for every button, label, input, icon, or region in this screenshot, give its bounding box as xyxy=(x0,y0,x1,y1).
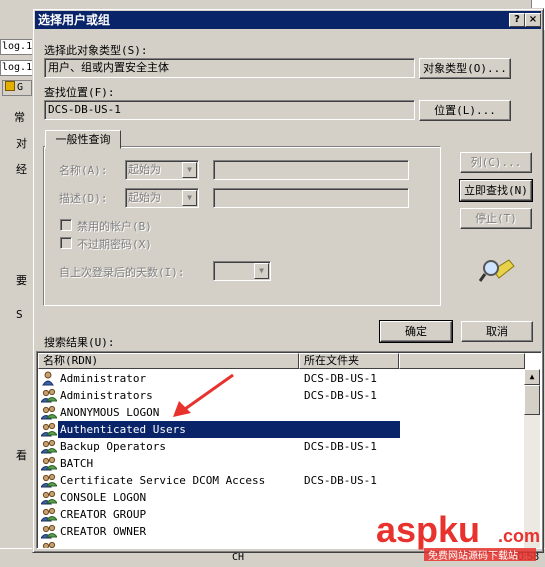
chevron-down-icon: ▼ xyxy=(182,162,197,178)
background-log-line: log.1 xyxy=(0,39,33,55)
cancel-button[interactable]: 取消 xyxy=(461,321,533,342)
locations-button[interactable]: 位置(L)... xyxy=(419,100,511,121)
row-name: CONSOLE LOGON xyxy=(60,491,147,504)
background-text: S xyxy=(16,308,23,321)
scroll-up-button[interactable]: ▲ xyxy=(524,369,540,385)
row-name: CREATOR OWNER xyxy=(60,525,147,538)
days-since-logon-label: 自上次登录后的天数(I): xyxy=(59,266,185,279)
find-now-button[interactable]: 立即查找(N) xyxy=(459,179,533,202)
watermark-logo: aspku .com 免费网站源码下载站 xyxy=(372,508,542,564)
row-name: Certificate Service DCOM Access xyxy=(60,474,266,487)
row-folder: DCS-DB-US-1 xyxy=(304,372,377,385)
description-label: 描述(D): xyxy=(59,192,108,205)
background-text: 对 xyxy=(16,137,27,150)
background-tab: 常 xyxy=(14,111,25,124)
location-field: DCS-DB-US-1 xyxy=(44,100,415,120)
row-name: Backup Operators xyxy=(60,440,166,453)
ok-button[interactable]: 确定 xyxy=(379,320,453,343)
non-expiring-password-label: 不过期密码(X) xyxy=(77,238,152,251)
row-name: Administrators xyxy=(60,389,153,402)
table-row[interactable]: ANONYMOUS LOGON xyxy=(39,404,527,421)
column-header-filler xyxy=(399,353,525,369)
name-match-select[interactable]: 起始为 ▼ xyxy=(125,160,199,180)
row-name: Administrator xyxy=(60,372,147,385)
days-since-logon-select[interactable]: ▼ xyxy=(213,261,271,281)
description-input[interactable] xyxy=(213,188,409,208)
tab-general-queries[interactable]: 一般性查询 xyxy=(45,130,121,149)
object-types-button[interactable]: 对象类型(O)... xyxy=(419,58,511,79)
object-type-label: 选择此对象类型(S): xyxy=(44,44,148,57)
scroll-thumb[interactable] xyxy=(524,385,540,415)
table-row[interactable]: Authenticated Users xyxy=(39,421,527,438)
select-users-dialog: 选择用户或组 ? × 选择此对象类型(S): 用户、组或内置安全主体 对象类型(… xyxy=(32,8,544,553)
disabled-accounts-label: 禁用的帐户(B) xyxy=(77,220,152,233)
watermark-tagline: 免费网站源码下载站 xyxy=(428,549,518,562)
dialog-titlebar[interactable]: 选择用户或组 ? × xyxy=(35,11,541,29)
watermark-suffix: .com xyxy=(498,526,540,546)
non-expiring-password-checkbox[interactable] xyxy=(60,237,72,249)
row-folder: DCS-DB-US-1 xyxy=(304,389,377,402)
search-animation-icon xyxy=(479,259,515,282)
annotation-arrow-icon xyxy=(173,373,234,417)
table-row[interactable]: CONSOLE LOGON xyxy=(39,489,527,506)
background-text: 经 xyxy=(16,163,27,176)
row-name: CREATOR GROUP xyxy=(60,508,147,521)
name-input[interactable] xyxy=(213,160,409,180)
help-button[interactable]: ? xyxy=(509,13,525,27)
chevron-down-icon: ▼ xyxy=(182,190,197,206)
columns-button[interactable]: 列(C)... xyxy=(460,152,532,173)
location-label: 查找位置(F): xyxy=(44,86,115,99)
background-text: 看 xyxy=(16,449,27,462)
table-row[interactable]: Administrators DCS-DB-US-1 xyxy=(39,387,527,404)
row-name: BATCH xyxy=(60,457,94,470)
row-folder: DCS-DB-US-1 xyxy=(304,474,377,487)
name-match-value: 起始为 xyxy=(128,163,161,176)
background-toolbar-item: G xyxy=(2,80,32,96)
chevron-down-icon: ▼ xyxy=(254,263,269,279)
row-folder: DCS-DB-US-1 xyxy=(304,440,377,453)
description-match-value: 起始为 xyxy=(128,191,161,204)
object-type-field: 用户、组或内置安全主体 xyxy=(44,58,415,78)
background-text: 要 xyxy=(16,274,27,287)
table-row[interactable]: BATCH xyxy=(39,455,527,472)
folder-icon xyxy=(5,81,15,91)
disabled-accounts-checkbox[interactable] xyxy=(60,219,72,231)
close-button[interactable]: × xyxy=(525,13,541,27)
background-log-line: log.1 xyxy=(0,60,33,76)
input-language-indicator[interactable]: CH xyxy=(232,552,244,563)
dialog-title: 选择用户或组 xyxy=(38,13,111,27)
row-name: ANONYMOUS LOGON xyxy=(60,406,160,419)
column-header-name[interactable]: 名称(RDN) xyxy=(38,353,299,369)
table-row[interactable]: Administrator DCS-DB-US-1 xyxy=(39,370,527,387)
search-results-label: 搜索结果(U): xyxy=(44,336,115,349)
watermark-brand: aspku xyxy=(376,509,480,550)
table-row[interactable]: Backup Operators DCS-DB-US-1 xyxy=(39,438,527,455)
table-row[interactable]: Certificate Service DCOM Access DCS-DB-US… xyxy=(39,472,527,489)
description-match-select[interactable]: 起始为 ▼ xyxy=(125,188,199,208)
stop-button[interactable]: 停止(T) xyxy=(460,208,532,229)
column-header-folder[interactable]: 所在文件夹 xyxy=(299,353,399,369)
name-label: 名称(A): xyxy=(59,164,108,177)
